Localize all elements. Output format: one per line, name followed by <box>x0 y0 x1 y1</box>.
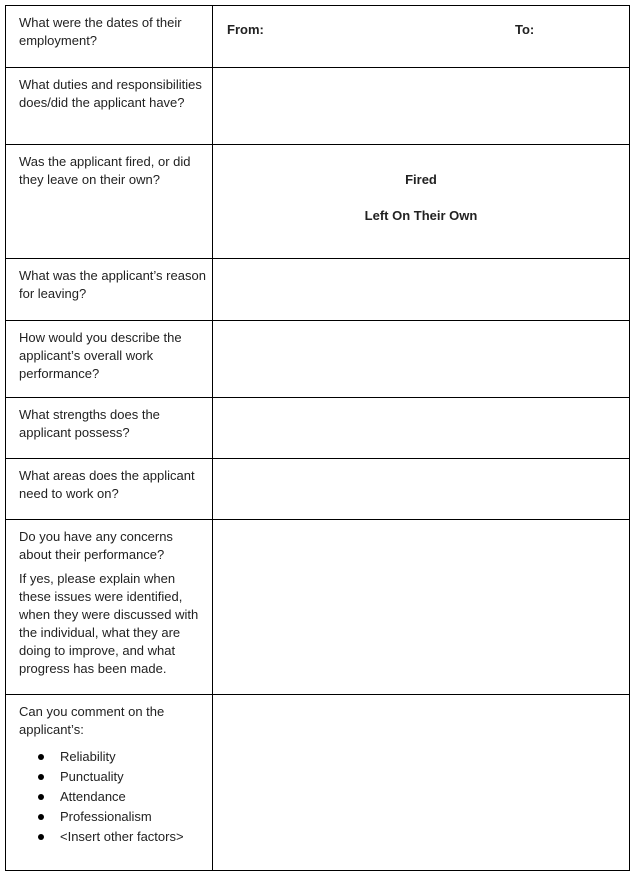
answer-cell[interactable] <box>212 67 630 145</box>
table-row: What was the applicant’s reason for leav… <box>5 258 630 321</box>
question-text: What duties and responsibilities does/di… <box>19 77 202 110</box>
answer-cell[interactable] <box>212 258 630 321</box>
question-cell: Do you have any concerns about their per… <box>5 519 213 695</box>
table-row: What duties and responsibilities does/di… <box>5 67 630 145</box>
bullet-icon <box>38 774 44 780</box>
answer-cell[interactable] <box>212 320 630 398</box>
bullet-icon <box>38 814 44 820</box>
table-row: Can you comment on the applicant’s: Reli… <box>5 694 630 871</box>
question-cell: What areas does the applicant need to wo… <box>5 458 213 520</box>
choice-left-on-their-own[interactable]: Left On Their Own <box>213 207 629 225</box>
table-row: What strengths does the applicant posses… <box>5 397 630 459</box>
list-item: Punctuality <box>19 767 206 787</box>
choice-list: Fired Left On Their Own <box>213 145 629 225</box>
table-row: Was the applicant fired, or did they lea… <box>5 144 630 259</box>
question-text: What strengths does the applicant posses… <box>19 407 160 440</box>
factor-label: Professionalism <box>60 809 152 824</box>
answer-cell[interactable] <box>212 458 630 520</box>
question-text: How would you describe the applicant’s o… <box>19 330 182 381</box>
question-cell: What was the applicant’s reason for leav… <box>5 258 213 321</box>
bullet-icon <box>38 794 44 800</box>
list-item: <Insert other factors> <box>19 827 206 847</box>
to-label: To: <box>515 22 535 37</box>
answer-cell[interactable] <box>212 519 630 695</box>
question-subtext: If yes, please explain when these issues… <box>19 571 199 676</box>
question-cell: What strengths does the applicant posses… <box>5 397 213 459</box>
answer-cell[interactable] <box>212 397 630 459</box>
question-text: Can you comment on the applicant’s: <box>19 704 165 737</box>
question-cell: How would you describe the applicant’s o… <box>5 320 213 398</box>
answer-cell-choices[interactable]: Fired Left On Their Own <box>212 144 630 259</box>
question-text: What was the applicant’s reason for leav… <box>19 268 206 301</box>
list-item: Attendance <box>19 787 206 807</box>
question-cell: What were the dates of their employment? <box>5 5 213 68</box>
bullet-icon <box>38 754 44 760</box>
question-cell: Was the applicant fired, or did they lea… <box>5 144 213 259</box>
list-item: Reliability <box>19 747 206 767</box>
table-row: Do you have any concerns about their per… <box>5 519 630 695</box>
question-text: What were the dates of their employment? <box>19 15 182 48</box>
reference-check-table: What were the dates of their employment?… <box>5 5 630 871</box>
factor-label: Punctuality <box>60 769 124 784</box>
factor-list: Reliability Punctuality Attendance Profe… <box>19 747 206 847</box>
question-text: What areas does the applicant need to wo… <box>19 468 195 501</box>
answer-cell-dates[interactable]: From: To: <box>212 5 630 68</box>
question-cell: Can you comment on the applicant’s: Reli… <box>5 694 213 871</box>
table-row: What areas does the applicant need to wo… <box>5 458 630 520</box>
question-text: Do you have any concerns about their per… <box>19 529 173 562</box>
factor-label: <Insert other factors> <box>60 829 184 844</box>
from-label: From: <box>227 22 264 37</box>
table-row: What were the dates of their employment?… <box>5 5 630 68</box>
table-row: How would you describe the applicant’s o… <box>5 320 630 398</box>
choice-fired[interactable]: Fired <box>213 171 629 189</box>
list-item: Professionalism <box>19 807 206 827</box>
answer-cell[interactable] <box>212 694 630 871</box>
bullet-icon <box>38 834 44 840</box>
question-text: Was the applicant fired, or did they lea… <box>19 154 191 187</box>
factor-label: Reliability <box>60 749 116 764</box>
factor-label: Attendance <box>60 789 126 804</box>
question-cell: What duties and responsibilities does/di… <box>5 67 213 145</box>
